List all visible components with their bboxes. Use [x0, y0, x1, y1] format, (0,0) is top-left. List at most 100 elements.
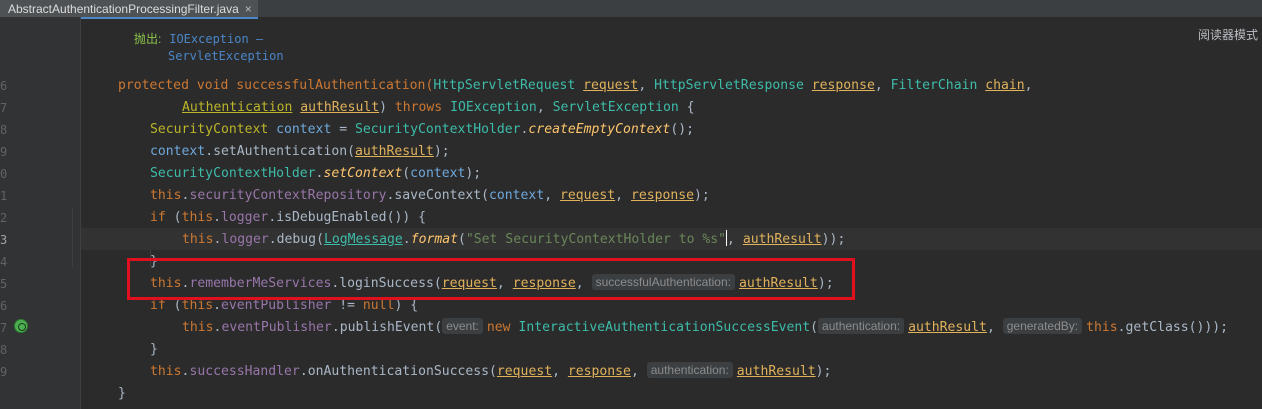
keyword-token: this	[181, 298, 214, 313]
field-token: securityContextRepository	[189, 188, 387, 203]
line-number: 3	[0, 233, 8, 247]
line-number: 6	[0, 79, 8, 93]
line-number: 7	[0, 321, 8, 335]
parameter-hint: authentication:	[818, 318, 905, 334]
method-token: getClass	[1125, 320, 1189, 335]
param-token: authResult	[736, 364, 816, 379]
line-number: 9	[0, 365, 8, 379]
keyword-token: new	[486, 320, 511, 335]
var-token: context	[489, 188, 545, 203]
param-token: chain	[985, 78, 1025, 93]
type-token: InteractiveAuthenticationSuccessEvent	[518, 320, 811, 335]
line-number: 7	[0, 101, 8, 115]
doc-throws-2: ServletException	[168, 49, 284, 63]
highlight-annotation-box	[127, 258, 855, 300]
code-line: SecurityContext context = SecurityContex…	[150, 122, 694, 137]
reader-mode-button[interactable]: 阅读器模式	[1198, 26, 1258, 43]
code-line: }	[150, 342, 158, 357]
method-token: setAuthentication	[213, 144, 348, 159]
var-token: context	[410, 166, 466, 181]
line-number: 6	[0, 299, 8, 313]
method-token: isDebugEnabled	[276, 210, 387, 225]
method-token: saveContext	[394, 188, 482, 203]
type-token: SecurityContextHolder	[354, 122, 521, 137]
type-token: SecurityContextHolder	[150, 166, 316, 181]
doc-throws-1: IOException –	[169, 32, 264, 46]
code-line: this.securityContextRepository.saveConte…	[150, 188, 710, 203]
param-token: authResult	[300, 100, 380, 115]
text-caret	[726, 230, 728, 246]
code-line: this.eventPublisher.publishEvent(event: n…	[182, 318, 1229, 335]
line-number: 0	[0, 167, 8, 181]
field-token: eventPublisher	[221, 320, 332, 335]
line-number: 5	[0, 277, 8, 291]
close-icon[interactable]: ×	[245, 1, 252, 17]
parameter-hint: event:	[442, 318, 483, 334]
type-token: LogMessage	[323, 232, 403, 247]
param-token: response	[811, 78, 875, 93]
keyword-token: this	[150, 188, 182, 203]
keyword-token: this	[182, 320, 214, 335]
field-token: logger	[221, 210, 269, 225]
line-number: 8	[0, 123, 8, 137]
method-token: onAuthenticationSuccess	[307, 364, 490, 379]
type-token: FilterChain	[890, 78, 978, 93]
gutter-divider	[80, 17, 81, 409]
type-token: HttpServletResponse	[654, 78, 804, 93]
line-number: 9	[0, 145, 8, 159]
param-token: authResult	[908, 320, 987, 335]
method-token: format	[410, 232, 458, 247]
doc-throws-label: 抛出:	[134, 32, 162, 46]
type-token: Authentication	[182, 100, 293, 115]
code-line: this.successHandler.onAuthenticationSucc…	[150, 362, 832, 379]
method-token: createEmptyContext	[528, 122, 671, 137]
var-token: context	[276, 122, 332, 137]
keyword-token: this	[1086, 320, 1118, 335]
indent-guide	[72, 207, 73, 267]
type-token: IOException	[450, 100, 537, 115]
code-line: SecurityContextHolder.setContext(context…	[150, 166, 482, 181]
method-signature-start: protected void successfulAuthentication(	[118, 78, 434, 93]
var-token: context	[150, 144, 206, 159]
field-token: eventPublisher	[221, 298, 332, 313]
code-line: }	[118, 386, 126, 401]
parameter-hint: authentication:	[646, 362, 733, 378]
method-token: setContext	[323, 166, 403, 181]
code-line: context.setAuthentication(authResult);	[150, 144, 450, 159]
param-token: request	[559, 188, 616, 203]
javadoc-throws-2: ServletException	[168, 45, 284, 67]
tab-filename: AbstractAuthenticationProcessingFilter.j…	[8, 1, 239, 16]
editor-tab-bar: AbstractAuthenticationProcessingFilter.j…	[0, 0, 1262, 19]
param-token: authResult	[742, 232, 822, 247]
method-token: publishEvent	[339, 320, 435, 335]
keyword-token: this	[150, 364, 182, 379]
keyword-token: if	[150, 298, 166, 313]
method-token: debug	[276, 232, 317, 247]
type-token: ServletException	[552, 100, 679, 115]
implementation-marker-icon[interactable]	[14, 319, 28, 333]
field-token: successHandler	[189, 364, 300, 379]
keyword-token: if	[150, 210, 166, 225]
type-token: SecurityContext	[150, 122, 269, 137]
type-token: HttpServletRequest	[433, 78, 576, 93]
param-token: response	[567, 364, 631, 379]
line-number: 8	[0, 343, 8, 357]
line-number: 2	[0, 211, 8, 225]
param-token: authResult	[354, 144, 434, 159]
code-line: if (this.logger.isDebugEnabled()) {	[150, 210, 426, 225]
param-token: response	[630, 188, 695, 203]
parameter-hint: generatedBy:	[1002, 318, 1083, 334]
param-token: request	[583, 78, 639, 93]
code-line: protected void successfulAuthentication(…	[118, 78, 1033, 93]
line-number: 4	[0, 255, 8, 269]
keyword-token: this	[182, 232, 214, 247]
keyword-token: this	[181, 210, 214, 225]
string-token: "Set SecurityContextHolder to %s"	[465, 232, 727, 247]
field-token: logger	[221, 232, 269, 247]
line-number: 1	[0, 189, 8, 203]
param-token: request	[496, 364, 553, 379]
keyword-token: throws	[394, 100, 443, 115]
keyword-token: null	[362, 298, 395, 313]
code-line-current[interactable]: this.logger.debug(LogMessage.format("Set…	[182, 229, 845, 251]
line-gutter	[0, 17, 80, 409]
